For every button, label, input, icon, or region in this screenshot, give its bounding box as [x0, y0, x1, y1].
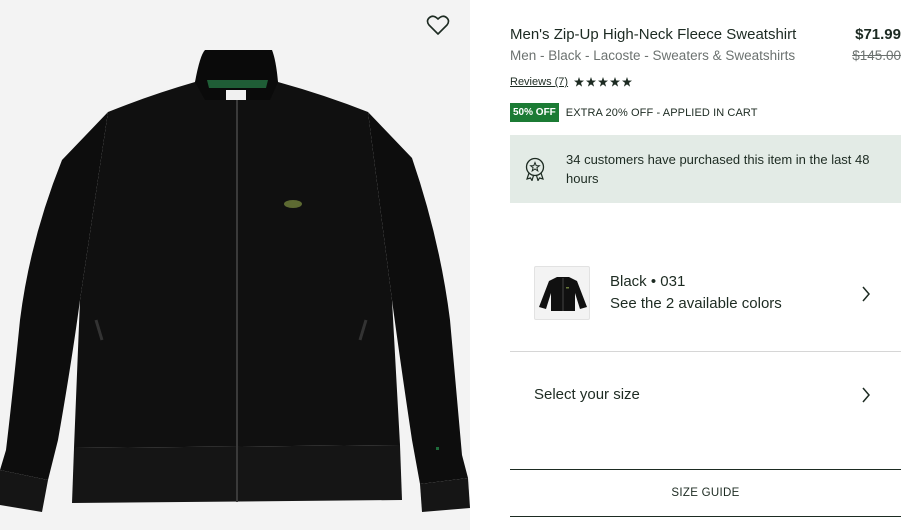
product-image-panel[interactable]: [0, 0, 470, 530]
promo-row: 50% OFF EXTRA 20% OFF - APPLIED IN CART: [510, 103, 758, 122]
size-guide-button[interactable]: SIZE GUIDE: [510, 469, 901, 517]
chevron-right-icon: [862, 286, 870, 302]
color-swatch-thumbnail: [534, 266, 590, 320]
purchase-notice-text: 34 customers have purchased this item in…: [566, 152, 870, 186]
product-breadcrumb: Men - Black - Lacoste - Sweaters & Sweat…: [510, 48, 796, 63]
select-size-label: Select your size: [534, 386, 640, 403]
original-price: $145.00: [852, 48, 901, 63]
color-swatch-image: [539, 277, 587, 311]
award-badge-icon: [525, 157, 545, 181]
heart-outline-icon: [426, 15, 450, 35]
color-selector[interactable]: Black • 031 See the 2 available colors: [510, 248, 901, 352]
star-icon: [586, 77, 597, 87]
rating-stars[interactable]: [574, 77, 634, 87]
sale-price: $71.99: [855, 26, 901, 43]
star-icon: [574, 77, 585, 87]
reviews-link[interactable]: Reviews (7): [510, 76, 568, 88]
star-icon: [598, 77, 609, 87]
purchase-notice: 34 customers have purchased this item in…: [510, 135, 901, 203]
product-title: Men's Zip-Up High-Neck Fleece Sweatshirt: [510, 26, 797, 43]
reviews-row: Reviews (7): [510, 76, 634, 88]
size-guide-label: SIZE GUIDE: [671, 487, 740, 499]
discount-badge: 50% OFF: [510, 103, 559, 122]
star-icon: [622, 77, 633, 87]
product-image: [0, 50, 470, 512]
chevron-right-icon: [862, 387, 870, 403]
star-icon: [610, 77, 621, 87]
size-selector[interactable]: Select your size: [510, 352, 901, 437]
available-colors-link[interactable]: See the 2 available colors: [610, 295, 782, 312]
wishlist-button[interactable]: [424, 11, 452, 39]
selected-color-name: Black • 031: [610, 273, 686, 290]
promo-text: EXTRA 20% OFF - APPLIED IN CART: [565, 106, 758, 119]
